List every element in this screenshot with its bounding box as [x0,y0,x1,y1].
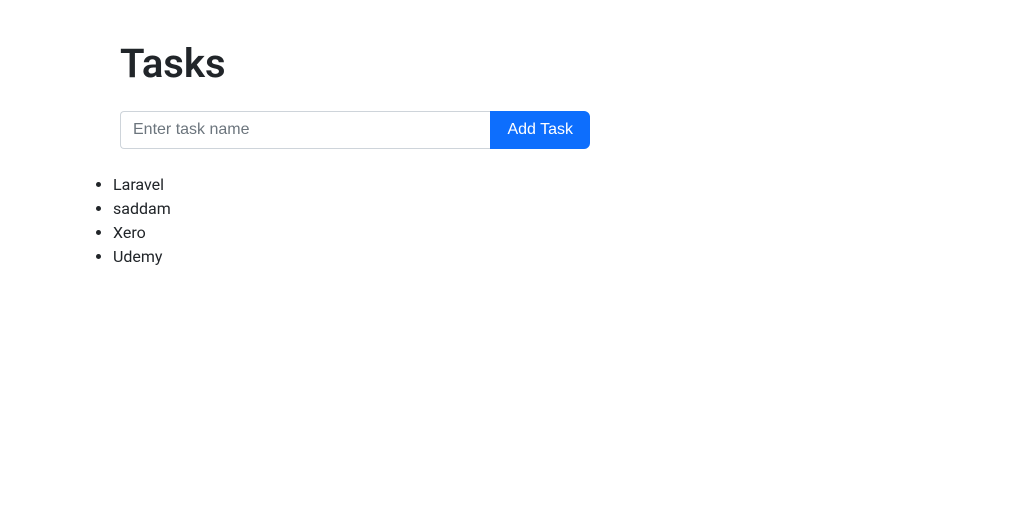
task-input-group: Add Task [120,111,590,149]
task-list: Laravel saddam Xero Udemy [95,173,898,269]
task-name-input[interactable] [120,111,490,149]
list-item: Udemy [113,245,898,269]
list-item: Xero [113,221,898,245]
list-item: Laravel [113,173,898,197]
add-task-button[interactable]: Add Task [490,111,590,149]
page-title: Tasks [120,40,898,87]
list-item: saddam [113,197,898,221]
